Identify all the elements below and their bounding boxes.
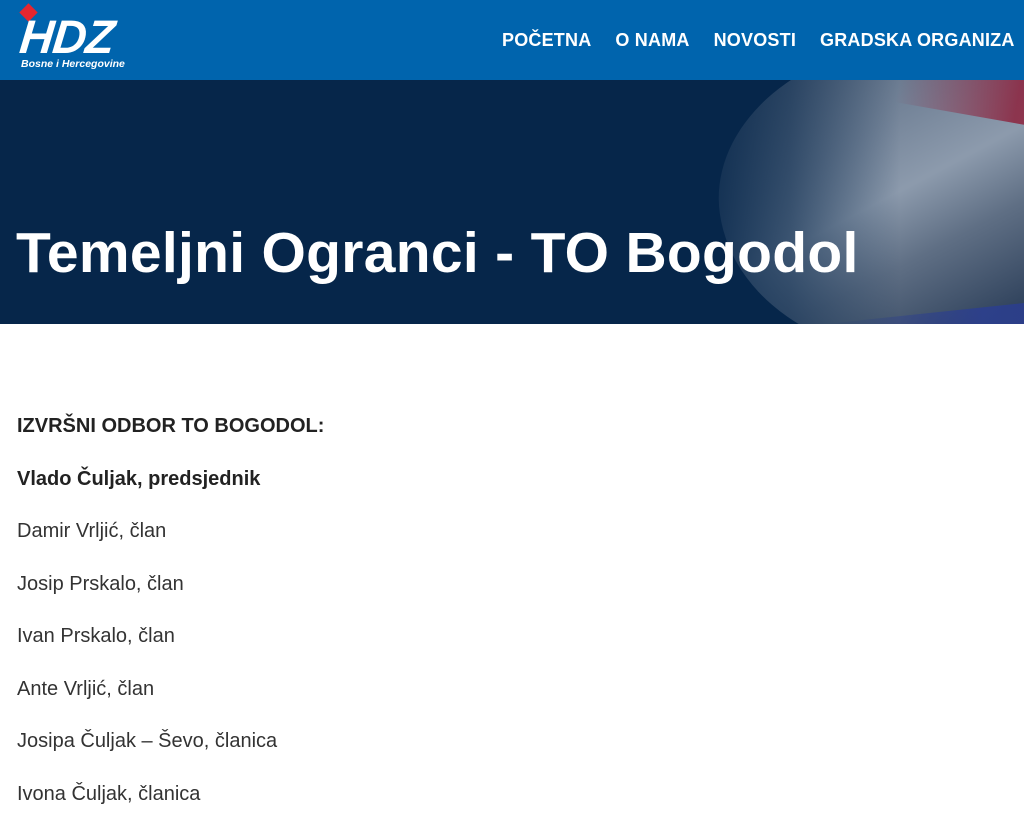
- board-member: Ivan Prskalo, član: [17, 625, 175, 647]
- board-heading: IZVRŠNI ODBOR TO BOGODOL:: [17, 415, 325, 437]
- top-navigation-bar: HDZ Bosne i Hercegovine POČETNA O NAMA N…: [0, 0, 1024, 80]
- main-menu: POČETNA O NAMA NOVOSTI GRADSKA ORGANIZA: [492, 0, 1024, 80]
- nav-item-pocetna[interactable]: POČETNA: [492, 30, 601, 51]
- board-member: Damir Vrljić, član: [17, 520, 167, 542]
- board-president: Vlado Čuljak, predsjednik: [17, 467, 261, 490]
- board-member: Ante Vrljić, član: [17, 677, 155, 700]
- hdz-logo[interactable]: HDZ Bosne i Hercegovine: [16, 3, 156, 72]
- logo-text: HDZ: [17, 10, 117, 63]
- nav-item-gradska-organizacija[interactable]: GRADSKA ORGANIZA: [810, 30, 1024, 51]
- logo-subtitle: Bosne i Hercegovine: [21, 58, 125, 70]
- board-member: Ivona Čuljak, članica: [17, 782, 201, 805]
- board-member: Josipa Čuljak – Ševo, članica: [17, 730, 278, 752]
- board-member: Josip Prskalo, član: [17, 572, 184, 595]
- hero-banner: Temeljni Ogranci - TO Bogodol: [0, 80, 1024, 324]
- page-content: IZVRŠNI ODBOR TO BOGODOL: Vlado Čuljak, …: [17, 412, 997, 832]
- nav-item-novosti[interactable]: NOVOSTI: [704, 30, 806, 51]
- page-title: Temeljni Ogranci - TO Bogodol: [16, 221, 859, 285]
- nav-item-o-nama[interactable]: O NAMA: [605, 30, 699, 51]
